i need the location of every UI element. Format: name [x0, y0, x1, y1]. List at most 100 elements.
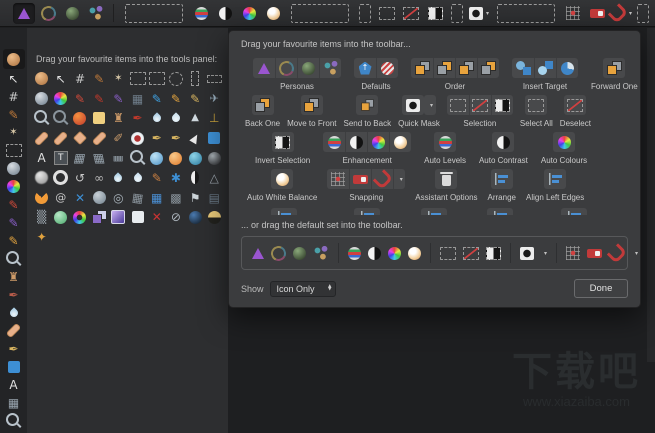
tool-patch[interactable] [51, 128, 70, 148]
tool-triangle-mesh[interactable]: △ [205, 168, 224, 188]
shape-tool[interactable] [3, 359, 25, 376]
defaults-reset-button[interactable] [376, 58, 398, 78]
tool-bandage[interactable] [90, 128, 109, 148]
tool-sphere-navy[interactable] [186, 208, 205, 228]
tool-zoom-dark[interactable] [51, 109, 70, 129]
tool-pac-orange[interactable] [32, 188, 51, 208]
snapping-assistant-icon[interactable] [587, 248, 603, 258]
blur-tool[interactable] [3, 305, 25, 322]
defaults-preset-button[interactable]: ↑ [354, 58, 376, 78]
quick-mask-icon[interactable] [520, 246, 534, 260]
tool-healing-brush[interactable] [32, 128, 51, 148]
snapping-grid-button[interactable] [327, 169, 349, 189]
clone-stamp-tool[interactable]: ♜ [3, 269, 25, 286]
flood-fill-tool[interactable] [3, 161, 25, 178]
view-tool[interactable] [2, 49, 25, 69]
tool-colour-wheel[interactable] [51, 89, 70, 109]
snapping-magnet-icon[interactable] [606, 242, 628, 264]
zoom-tool-2[interactable] [3, 412, 25, 430]
tool-sphere-teal[interactable] [186, 148, 205, 168]
done-button[interactable]: Done [574, 279, 628, 298]
auto-white-balance-button[interactable] [389, 132, 411, 152]
tool-sharpen-drop[interactable] [166, 109, 185, 129]
tool-mesh-flat[interactable]: ▦ [109, 148, 128, 168]
send-to-back-button[interactable] [356, 95, 379, 115]
tool-median-cone[interactable]: ▲ [186, 109, 205, 129]
order-2-button[interactable] [433, 58, 455, 78]
toolbar-dropzone[interactable] [125, 3, 183, 23]
tool-move-cursor[interactable]: ↖ [51, 69, 70, 89]
tool-clone-stamp[interactable]: ♜ [109, 109, 128, 129]
quick-mask-button[interactable]: ▾ [468, 3, 490, 24]
tool-pen-2[interactable]: ✒ [166, 128, 185, 148]
tool-colour-replacement-brush[interactable]: ✎ [147, 89, 166, 109]
tool-pixelate[interactable]: ▤ [205, 188, 224, 208]
tool-bw-oval[interactable] [186, 168, 205, 188]
paint-brush-tool[interactable]: ✎ [3, 107, 25, 124]
tool-twirl[interactable]: @ [51, 188, 70, 208]
tool-selection-brush[interactable]: ✶ [109, 69, 128, 89]
dropdown-button[interactable]: ▾ [393, 169, 405, 189]
mesh-warp-tool[interactable]: ▦ [3, 395, 25, 412]
tool-clone-circles[interactable]: ∞ [90, 168, 109, 188]
tool-artistic-text[interactable]: A [32, 148, 51, 168]
tool-red-x[interactable]: ✕ [147, 208, 166, 228]
tool-scales[interactable]: ⊥ [205, 109, 224, 129]
auto-contrast-button[interactable] [214, 3, 236, 24]
tool-half-dome[interactable] [205, 208, 224, 228]
liquify-persona-button[interactable] [37, 3, 59, 24]
select-all-button[interactable] [525, 95, 548, 115]
snapping-grid-icon[interactable] [566, 246, 581, 260]
dropdown-button[interactable]: ▾ [423, 95, 436, 115]
export-persona-button[interactable] [85, 3, 107, 24]
tool-pixel-brush-2[interactable]: ✎ [90, 89, 109, 109]
deselect-button[interactable] [564, 95, 587, 115]
dropper-tool[interactable]: ✒ [3, 287, 25, 304]
deselect-button[interactable] [400, 3, 422, 24]
tool-soft-blur[interactable] [32, 168, 51, 188]
tool-multi-colour-brush[interactable]: ✎ [109, 89, 128, 109]
tool-mesh-warp[interactable]: ▦ [70, 148, 89, 168]
tool-grid-blue[interactable]: ▦ [147, 188, 166, 208]
toolbar-drop-slot[interactable] [359, 3, 371, 23]
tool-rect-marquee[interactable] [128, 69, 147, 89]
auto-colours-button[interactable] [367, 132, 389, 152]
toolbar-drop-slot[interactable] [637, 3, 649, 23]
tool-gear-blue[interactable]: ✱ [166, 168, 185, 188]
toolbar-dropzone[interactable] [497, 3, 555, 23]
tool-warp-flag[interactable]: ⚑ [186, 188, 205, 208]
tool-ripple[interactable]: ◎ [109, 188, 128, 208]
photo-persona-button[interactable] [253, 58, 275, 78]
insert-inside-button[interactable] [556, 58, 578, 78]
tool-perspective[interactable]: ▦ [90, 148, 109, 168]
tool-rounded-square-white[interactable] [128, 208, 147, 228]
order-4-button[interactable] [477, 58, 499, 78]
show-mode-dropdown[interactable]: Icon Only ▲ ▼ [269, 280, 336, 297]
tool-smudge-loop[interactable]: ↺ [70, 168, 89, 188]
tool-sphere-gray[interactable] [90, 188, 109, 208]
tool-disc-dark[interactable] [205, 148, 224, 168]
selection-brush-tool[interactable]: ✶ [3, 125, 25, 142]
align-left-edges-button[interactable] [544, 169, 567, 189]
crop-tool[interactable]: # [3, 89, 25, 106]
tool-paint-brush[interactable]: ✎ [90, 69, 109, 89]
auto-colours-icon[interactable] [388, 246, 401, 260]
tool-sphere-orange[interactable] [166, 148, 185, 168]
tool-zoom[interactable] [32, 109, 51, 129]
pen-tool[interactable]: ✒ [3, 341, 25, 358]
tool-sphere-green[interactable] [51, 208, 70, 228]
order-1-button[interactable] [411, 58, 433, 78]
tool-view-hand[interactable] [32, 69, 51, 89]
export-persona-icon[interactable] [313, 246, 329, 260]
invert-selection-button[interactable] [490, 95, 513, 115]
auto-colours-button[interactable] [553, 132, 575, 152]
partial-item-button[interactable] [271, 208, 297, 215]
tool-torch[interactable]: ✦ [32, 227, 51, 247]
tool-pen[interactable]: ✒ [147, 128, 166, 148]
auto-levels-button[interactable] [323, 132, 345, 152]
tool-crop[interactable]: # [70, 69, 89, 89]
tool-pencil[interactable]: ✎ [166, 89, 185, 109]
invert-selection-icon[interactable] [486, 246, 501, 260]
tool-inpainting[interactable]: ✐ [109, 128, 128, 148]
tool-dodge[interactable] [90, 109, 109, 129]
